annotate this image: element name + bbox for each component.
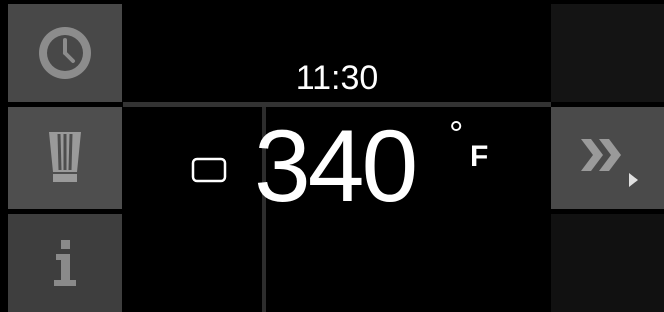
info-button[interactable] [8,214,122,312]
chef-hat-icon [49,132,81,182]
info-icon [54,240,76,286]
recipes-button[interactable] [8,107,122,209]
temperature-unit: F [470,140,489,173]
time-display: 11:30 [295,59,379,97]
clock-panel: 11:30 [123,4,551,102]
temperature-value[interactable]: 340 [254,111,418,221]
timer-button[interactable] [8,4,122,102]
clock-icon [39,27,91,79]
right-panel-top [551,4,664,102]
oven-mode-icon[interactable] [191,157,227,183]
left-sidebar [8,0,123,312]
next-chevrons-icon [581,139,638,187]
degree-symbol: ° [449,113,464,154]
right-panel-bottom [551,214,664,312]
oven-control-screen: 11:30 340 ° F [0,0,664,312]
horizontal-divider [123,102,551,107]
next-button[interactable] [551,107,664,209]
